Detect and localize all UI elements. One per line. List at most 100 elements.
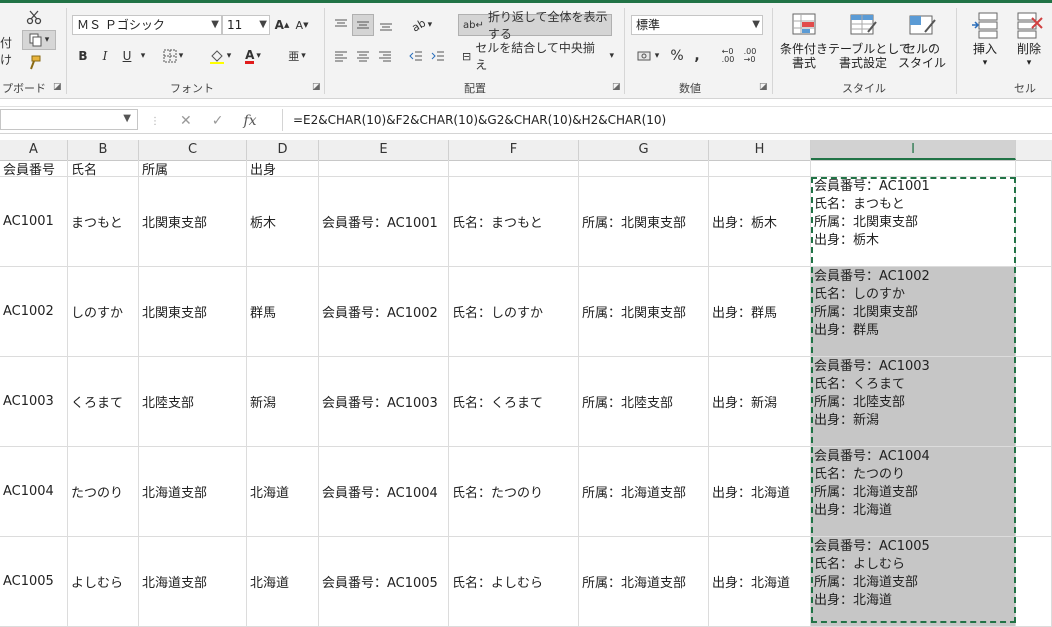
cell-b[interactable]: まつもと bbox=[68, 177, 139, 267]
cell-e[interactable]: 会員番号：AC1001 bbox=[319, 177, 449, 267]
cell-d[interactable]: 群馬 bbox=[247, 267, 319, 357]
format-as-table-button[interactable]: テーブルとして 書式設定 bbox=[828, 10, 911, 70]
percent-style-button[interactable]: % bbox=[668, 46, 686, 66]
phonetic-icon[interactable]: 亜 ▾ bbox=[284, 46, 310, 66]
cell-h[interactable]: 出身：群馬 bbox=[709, 267, 811, 357]
cancel-icon[interactable]: ✕ bbox=[180, 113, 192, 129]
cell-b[interactable]: よしむら bbox=[68, 537, 139, 627]
cell-d[interactable]: 新潟 bbox=[247, 357, 319, 447]
paste-button-label[interactable]: 付け bbox=[0, 36, 20, 67]
align-bottom-icon[interactable] bbox=[376, 14, 396, 36]
cell-header[interactable]: 会員番号 bbox=[0, 160, 68, 177]
name-box[interactable]: ▼ bbox=[0, 109, 138, 130]
conditional-formatting-button[interactable]: 条件付き 書式 bbox=[778, 10, 830, 70]
cell-c[interactable]: 北海道支部 bbox=[139, 447, 247, 537]
cell-e[interactable]: 会員番号：AC1004 bbox=[319, 447, 449, 537]
cell-b[interactable]: くろまて bbox=[68, 357, 139, 447]
column-header-g[interactable]: G bbox=[579, 140, 709, 160]
cell-c[interactable]: 北陸支部 bbox=[139, 357, 247, 447]
scissors-icon[interactable] bbox=[24, 8, 44, 26]
formula-input[interactable]: =E2&CHAR(10)&F2&CHAR(10)&G2&CHAR(10)&H2&… bbox=[282, 109, 1052, 131]
column-header-d[interactable]: D bbox=[247, 140, 319, 160]
cell-a[interactable]: AC1001 bbox=[0, 177, 68, 267]
cell[interactable] bbox=[1016, 447, 1052, 537]
cell[interactable] bbox=[1016, 267, 1052, 357]
cell-a[interactable]: AC1003 bbox=[0, 357, 68, 447]
cell-header[interactable] bbox=[449, 160, 579, 177]
cell-d[interactable]: 栃木 bbox=[247, 177, 319, 267]
cell-header[interactable]: 出身 bbox=[247, 160, 319, 177]
cell[interactable] bbox=[1016, 177, 1052, 267]
insert-cells-button[interactable]: 挿入 ▾ bbox=[962, 10, 1008, 70]
wrap-text-button[interactable]: ab↵ 折り返して全体を表示する bbox=[458, 10, 612, 41]
cell-c[interactable]: 北関東支部 bbox=[139, 177, 247, 267]
italic-button[interactable]: I bbox=[96, 46, 114, 66]
cell[interactable] bbox=[1016, 160, 1052, 177]
cell-e[interactable]: 会員番号：AC1002 bbox=[319, 267, 449, 357]
cell-a[interactable]: AC1002 bbox=[0, 267, 68, 357]
cell-header[interactable] bbox=[811, 160, 1016, 177]
cell-g[interactable]: 所属：北関東支部 bbox=[579, 177, 709, 267]
font-size-select[interactable]: 11 ▼ bbox=[222, 15, 270, 35]
align-center-icon[interactable] bbox=[353, 46, 373, 66]
cell-g[interactable]: 所属：北関東支部 bbox=[579, 267, 709, 357]
align-right-icon[interactable] bbox=[375, 46, 395, 66]
cell[interactable] bbox=[1016, 537, 1052, 627]
cell-f[interactable]: 氏名：たつのり bbox=[449, 447, 579, 537]
cell-header[interactable]: 氏名 bbox=[68, 160, 139, 177]
cell-header[interactable] bbox=[579, 160, 709, 177]
cell-c[interactable]: 北関東支部 bbox=[139, 267, 247, 357]
column-header-i[interactable]: I bbox=[811, 140, 1016, 160]
cell-h[interactable]: 出身：北海道 bbox=[709, 447, 811, 537]
cell-a[interactable]: AC1004 bbox=[0, 447, 68, 537]
chevron-down-icon[interactable]: ▾ bbox=[138, 46, 148, 66]
increase-font-size-icon[interactable]: A ▲ bbox=[274, 16, 290, 34]
underline-button[interactable]: U bbox=[118, 46, 136, 66]
column-header-c[interactable]: C bbox=[139, 140, 247, 160]
column-header-a[interactable]: A bbox=[0, 140, 68, 160]
format-painter-icon[interactable] bbox=[24, 54, 44, 72]
chevron-down-icon[interactable]: ▼ bbox=[123, 113, 131, 124]
decrease-indent-icon[interactable] bbox=[406, 46, 426, 66]
align-middle-icon[interactable] bbox=[352, 14, 374, 36]
cell-e[interactable]: 会員番号：AC1003 bbox=[319, 357, 449, 447]
orientation-icon[interactable]: ab ▾ bbox=[406, 14, 438, 36]
cell-f[interactable]: 氏名：しのすか bbox=[449, 267, 579, 357]
cell-i[interactable]: 会員番号：AC1004 氏名：たつのり 所属：北海道支部 出身：北海道 bbox=[811, 447, 1016, 537]
cell-h[interactable]: 出身：新潟 bbox=[709, 357, 811, 447]
cell-header[interactable] bbox=[319, 160, 449, 177]
cell-b[interactable]: しのすか bbox=[68, 267, 139, 357]
cell-h[interactable]: 出身：栃木 bbox=[709, 177, 811, 267]
alignment-launcher-icon[interactable]: ◪ bbox=[612, 82, 621, 92]
increase-decimal-icon[interactable]: ←0.00 bbox=[718, 46, 738, 66]
cell-h[interactable]: 出身：北海道 bbox=[709, 537, 811, 627]
increase-indent-icon[interactable] bbox=[428, 46, 448, 66]
column-header-h[interactable]: H bbox=[709, 140, 811, 160]
cell-header[interactable] bbox=[709, 160, 811, 177]
cell-i[interactable]: 会員番号：AC1005 氏名：よしむら 所属：北海道支部 出身：北海道 bbox=[811, 537, 1016, 627]
cell-g[interactable]: 所属：北陸支部 bbox=[579, 357, 709, 447]
copy-icon[interactable]: ▾ bbox=[22, 30, 56, 50]
align-left-icon[interactable] bbox=[331, 46, 351, 66]
comma-style-button[interactable]: , bbox=[690, 46, 704, 66]
number-format-select[interactable]: 標準 ▼ bbox=[631, 15, 763, 35]
cell[interactable] bbox=[1016, 357, 1052, 447]
cell-c[interactable]: 北海道支部 bbox=[139, 537, 247, 627]
merge-center-button[interactable]: ⊟ セルを結合して中央揃え ▾ bbox=[458, 41, 614, 72]
cell-styles-button[interactable]: セルの スタイル bbox=[894, 10, 950, 70]
decrease-decimal-icon[interactable]: .00 →0 bbox=[740, 46, 760, 66]
cell-header[interactable]: 所属 bbox=[139, 160, 247, 177]
cell-i[interactable]: 会員番号：AC1001 氏名：まつもと 所属：北関東支部 出身：栃木 bbox=[811, 177, 1016, 267]
cell-i[interactable]: 会員番号：AC1002 氏名：しのすか 所属：北関東支部 出身：群馬 bbox=[811, 267, 1016, 357]
cell-f[interactable]: 氏名：まつもと bbox=[449, 177, 579, 267]
font-color-icon[interactable]: A ▾ bbox=[238, 46, 268, 66]
bold-button[interactable]: B bbox=[74, 46, 92, 66]
cell-f[interactable]: 氏名：くろまて bbox=[449, 357, 579, 447]
decrease-font-size-icon[interactable]: A ▼ bbox=[294, 16, 310, 34]
column-header-b[interactable]: B bbox=[68, 140, 139, 160]
column-header-f[interactable]: F bbox=[449, 140, 579, 160]
font-name-select[interactable]: ＭＳ Ｐゴシック ▼ bbox=[72, 15, 222, 35]
cell-b[interactable]: たつのり bbox=[68, 447, 139, 537]
font-launcher-icon[interactable]: ◪ bbox=[312, 82, 321, 92]
column-header-e[interactable]: E bbox=[319, 140, 449, 160]
